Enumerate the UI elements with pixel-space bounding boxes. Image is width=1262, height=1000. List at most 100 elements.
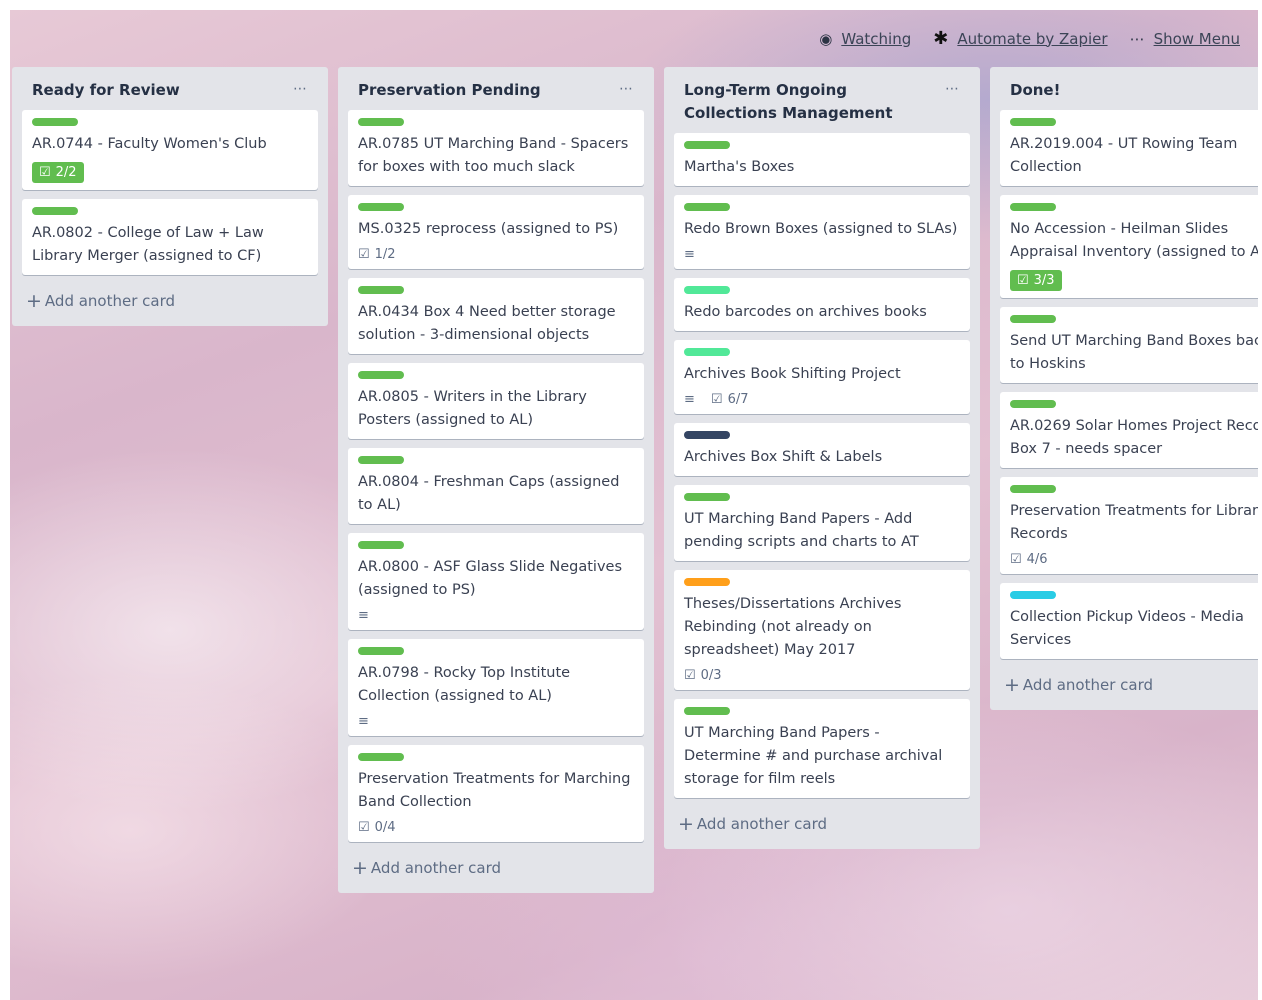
board-canvas: ◉ Watching ✱ Automate by Zapier ⋯ Show M… [10,10,1258,1000]
card-label-green[interactable] [358,647,404,655]
card[interactable]: AR.2019.004 - UT Rowing Team Collection [1000,110,1258,186]
card[interactable]: AR.0434 Box 4 Need better storage soluti… [348,278,644,354]
list-title[interactable]: Preservation Pending [358,79,541,102]
checklist-icon: ☑ [710,392,723,407]
card[interactable]: AR.0800 - ASF Glass Slide Negatives (ass… [348,533,644,630]
card-label-navy[interactable] [684,431,730,439]
card[interactable]: Archives Box Shift & Labels [674,423,970,476]
description-icon: ≡ [358,608,369,623]
card-label-green[interactable] [358,456,404,464]
card-label-green[interactable] [684,707,730,715]
list-title[interactable]: Ready for Review [32,79,180,102]
checklist-icon: ☑ [1010,552,1022,567]
card-title: AR.0800 - ASF Glass Slide Negatives (ass… [358,559,623,598]
list-title[interactable]: Done! [1010,79,1060,102]
show-menu-button[interactable]: ⋯ Show Menu [1130,30,1240,48]
card-label-green[interactable] [684,141,730,149]
zapier-icon: ✱ [933,28,949,49]
card[interactable]: AR.0744 - Faculty Women's Club ☑ 2/2 [22,110,318,190]
card-label-green[interactable] [358,541,404,549]
checklist-badge: ☑ 0/4 [358,820,396,835]
list-4: Done!⋯ AR.2019.004 - UT Rowing Team Colle… [990,67,1258,710]
add-card-button[interactable]: + Add another card [674,807,970,839]
card[interactable]: Theses/Dissertations Archives Rebinding … [674,570,970,690]
eye-icon: ◉ [819,29,833,48]
card-title: UT Marching Band Papers - Add pending sc… [684,511,919,550]
add-card-button[interactable]: + Add another card [348,851,644,883]
card[interactable]: Collection Pickup Videos - Media Service… [1000,583,1258,659]
card[interactable]: Archives Book Shifting Project ≡ ☑ 6/7 [674,340,970,414]
card-label-green[interactable] [1010,315,1056,323]
card-label-teal[interactable] [684,286,730,294]
card-title: AR.0434 Box 4 Need better storage soluti… [358,304,616,343]
list-2: Preservation Pending ⋯ AR.0785 UT Marching… [338,67,654,893]
card[interactable]: Redo Brown Boxes (assigned to SLAs) ≡ [674,195,970,269]
card-label-green[interactable] [358,753,404,761]
add-card-button[interactable]: + Add another card [1000,668,1258,700]
card[interactable]: AR.0785 UT Marching Band - Spacers for b… [348,110,644,186]
card-label-green[interactable] [358,203,404,211]
card-badges: ☑ 2/2 [32,162,308,183]
add-card-label: Add another card [44,292,176,310]
checklist-count: 4/6 [1026,552,1048,567]
card-title: AR.0269 Solar Homes Project Records Box … [1010,418,1258,457]
card-badges: ☑ 0/3 [684,668,960,683]
card-label-teal[interactable] [684,348,730,356]
card-title: MS.0325 reprocess (assigned to PS) [358,221,619,237]
list-menu-icon[interactable]: ⋯ [945,81,960,97]
card[interactable]: AR.0802 - College of Law + Law Library M… [22,199,318,275]
card-label-green[interactable] [1010,118,1056,126]
card[interactable]: Martha's Boxes [674,133,970,186]
card-label-green[interactable] [358,286,404,294]
card[interactable]: Redo barcodes on archives books [674,278,970,331]
card-label-green[interactable] [684,493,730,501]
card-title: Archives Box Shift & Labels [684,449,883,465]
card-badges: ☑ 4/6 [1010,552,1258,567]
plus-icon: + [26,290,42,312]
plus-icon: + [1004,674,1020,696]
card[interactable]: AR.0804 - Freshman Caps (assigned to AL) [348,448,644,524]
add-card-label: Add another card [370,859,502,877]
checklist-badge: ☑ 2/2 [32,162,84,183]
automate-button[interactable]: ✱ Automate by Zapier [933,28,1107,49]
show-menu-label: Show Menu [1153,29,1240,48]
list-1: Ready for Review ⋯ AR.0744 - Faculty Women… [12,67,328,326]
card-label-green[interactable] [1010,400,1056,408]
checklist-badge: ☑ 0/3 [684,668,722,683]
list-menu-icon[interactable]: ⋯ [293,81,308,97]
card[interactable]: AR.0805 - Writers in the Library Posters… [348,363,644,439]
card[interactable]: UT Marching Band Papers - Determine # an… [674,699,970,798]
watching-label: Watching [841,29,912,48]
card[interactable]: Preservation Treatments for Library Reco… [1000,477,1258,574]
description-icon: ≡ [358,714,369,729]
card-title: AR.0785 UT Marching Band - Spacers for b… [358,136,629,175]
list-menu-icon[interactable]: ⋯ [619,81,634,97]
card-label-green[interactable] [684,203,730,211]
card[interactable]: Preservation Treatments for Marching Ban… [348,745,644,842]
plus-icon: + [678,813,694,835]
list-header: Preservation Pending ⋯ [348,77,644,110]
card-label-orange[interactable] [684,578,730,586]
card[interactable]: Send UT Marching Band Boxes back to Hosk… [1000,307,1258,383]
card-label-sky[interactable] [1010,591,1056,599]
card[interactable]: AR.0269 Solar Homes Project Records Box … [1000,392,1258,468]
checklist-count: 3/3 [1033,273,1055,288]
card-label-green[interactable] [32,207,78,215]
card-title: Collection Pickup Videos - Media Service… [1010,609,1244,648]
card-label-green[interactable] [32,118,78,126]
checklist-badge: ☑ 4/6 [1010,552,1048,567]
automate-label: Automate by Zapier [957,29,1108,48]
card-label-green[interactable] [358,371,404,379]
card-label-green[interactable] [358,118,404,126]
card[interactable]: UT Marching Band Papers - Add pending sc… [674,485,970,561]
add-card-button[interactable]: + Add another card [22,284,318,316]
card[interactable]: AR.0798 - Rocky Top Institute Collection… [348,639,644,736]
list-title[interactable]: Long-Term Ongoing Collections Management [684,79,945,125]
list-header: Done!⋯ [1000,77,1258,110]
card-label-green[interactable] [1010,485,1056,493]
card-label-green[interactable] [1010,203,1056,211]
card-title: Send UT Marching Band Boxes back to Hosk… [1010,333,1258,372]
card[interactable]: No Accession - Heilman Slides Appraisal … [1000,195,1258,298]
card[interactable]: MS.0325 reprocess (assigned to PS) ☑ 1/2 [348,195,644,269]
watching-button[interactable]: ◉ Watching [819,30,911,48]
